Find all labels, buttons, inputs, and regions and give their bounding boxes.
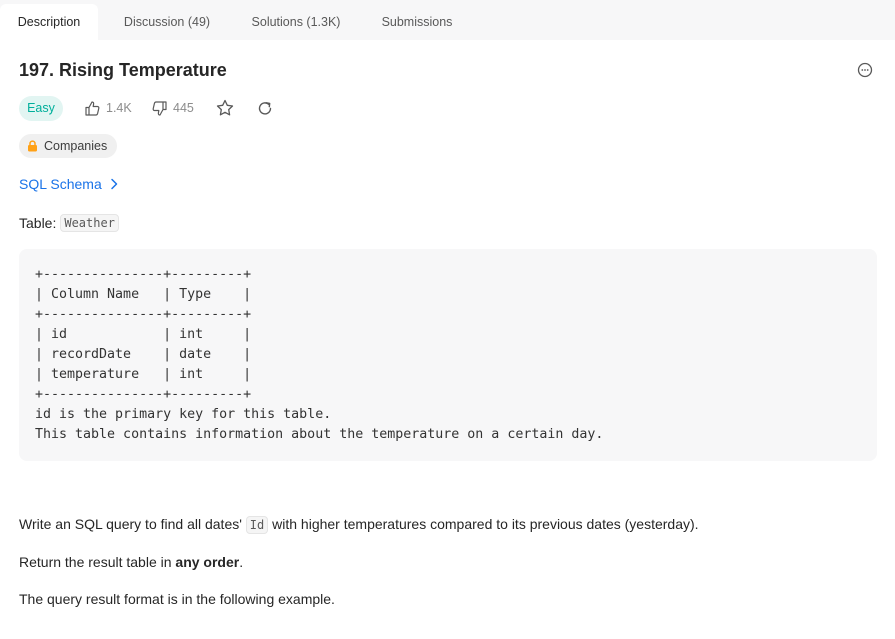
tab-solutions[interactable]: Solutions (1.3K): [245, 4, 347, 40]
chevron-right-icon: [111, 178, 117, 190]
description-paragraph-3: The query result format is in the follow…: [19, 591, 335, 607]
p2-text-after: .: [239, 554, 244, 570]
p1-text-after: with higher temperatures compared to its…: [272, 516, 699, 532]
table-name-code: Weather: [60, 214, 119, 232]
p2-text-before: Return the result table in: [19, 554, 172, 570]
tab-description[interactable]: Description: [0, 4, 98, 40]
tab-bar: Description Discussion (49) Solutions (1…: [0, 0, 895, 40]
companies-label: Companies: [44, 139, 108, 153]
companies-tag[interactable]: Companies: [19, 134, 118, 158]
lock-icon: [28, 140, 37, 152]
tab-discussion[interactable]: Discussion (49): [118, 4, 216, 40]
dislike-button[interactable]: 445: [151, 97, 194, 119]
table-prefix: Table:: [19, 215, 57, 231]
favorite-button[interactable]: [215, 98, 235, 118]
thumbs-down-icon: [152, 100, 167, 116]
p1-inline-code: Id: [245, 516, 269, 534]
like-count: 1.4K: [106, 101, 132, 115]
difficulty-badge: Easy: [19, 96, 63, 121]
tab-submissions[interactable]: Submissions: [375, 4, 459, 40]
star-icon: [216, 99, 234, 116]
sql-schema-label: SQL Schema: [19, 176, 102, 192]
more-options-button[interactable]: [855, 60, 875, 80]
description-paragraph-1: Write an SQL query to find all dates' Id…: [19, 516, 699, 534]
schema-code-text: +---------------+---------+ | Column Nam…: [35, 267, 604, 442]
table-name-line: Table: Weather: [19, 214, 119, 232]
description-paragraph-2: Return the result table in any order.: [19, 554, 243, 570]
p2-bold-text: any order: [175, 554, 240, 570]
problem-title: 197. Rising Temperature: [19, 60, 227, 80]
like-button[interactable]: 1.4K: [84, 97, 132, 119]
dislike-count: 445: [173, 101, 194, 115]
schema-code-block: +---------------+---------+ | Column Nam…: [19, 249, 877, 461]
share-icon: [258, 102, 272, 115]
p1-text-before: Write an SQL query to find all dates': [19, 516, 242, 532]
sql-schema-link[interactable]: SQL Schema: [19, 176, 118, 192]
share-button[interactable]: [255, 98, 275, 118]
thumbs-up-icon: [85, 100, 100, 116]
more-icon: [857, 62, 873, 78]
